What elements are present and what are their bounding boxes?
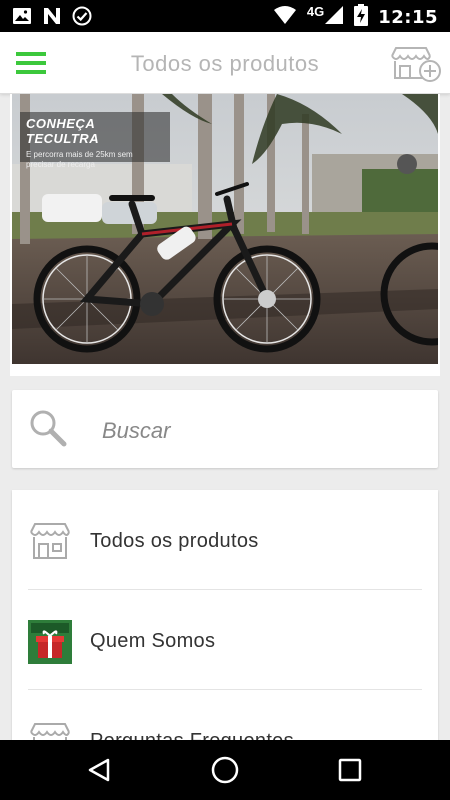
banner-card[interactable]: CONHEÇA TECULTRA E percorra mais de 25km… <box>10 94 440 376</box>
back-icon <box>82 758 118 792</box>
store-add-icon <box>388 47 442 88</box>
back-button[interactable] <box>82 752 118 788</box>
menu-item-label: Todos os produtos <box>90 530 259 552</box>
banner-caption: CONHEÇA TECULTRA E percorra mais de 25km… <box>20 112 170 169</box>
n-app-icon <box>42 7 62 30</box>
home-icon <box>207 756 243 792</box>
search-input[interactable] <box>102 416 402 446</box>
gift-icon <box>28 620 72 664</box>
network-type: 4G <box>306 4 325 19</box>
status-right-icons: 4G 12:15 <box>273 4 438 31</box>
battery-charging-icon <box>354 4 369 31</box>
recents-button[interactable] <box>332 752 368 788</box>
status-bar: 4G 12:15 <box>0 0 450 32</box>
status-left-icons <box>12 6 92 31</box>
menu-item-label: Quem Somos <box>90 630 216 652</box>
menu-list: Todos os produtos Quem Somos Perguntas F… <box>12 490 438 750</box>
check-circle-icon <box>72 6 92 31</box>
page-title: Todos os produtos <box>130 51 320 76</box>
navigation-bar <box>0 740 450 800</box>
wifi-icon <box>273 5 297 30</box>
banner-text: E percorra mais de 25km sem precisar de … <box>26 150 133 169</box>
app-bar: Todos os produtos <box>0 32 450 94</box>
home-button[interactable] <box>207 752 243 788</box>
store-icon <box>28 520 72 564</box>
menu-item-todos-os-produtos[interactable]: Todos os produtos <box>12 490 438 590</box>
search-icon <box>28 408 68 448</box>
cell-signal-icon <box>324 5 344 30</box>
banner-image: CONHEÇA TECULTRA E percorra mais de 25km… <box>12 94 438 364</box>
menu-item-quem-somos[interactable]: Quem Somos <box>12 590 438 690</box>
add-store-button[interactable] <box>388 44 442 84</box>
recents-icon <box>332 758 368 792</box>
status-time: 12:15 <box>378 7 438 28</box>
banner-heading: CONHEÇA TECULTRA <box>26 116 100 146</box>
image-icon <box>12 7 32 30</box>
search-card[interactable] <box>12 390 438 468</box>
